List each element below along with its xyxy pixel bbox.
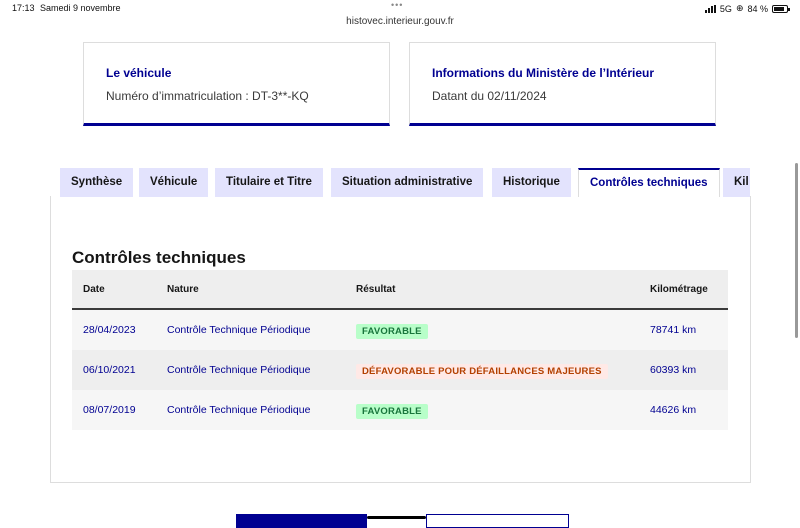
tab-situation[interactable]: Situation administrative xyxy=(331,168,484,197)
table-header: Date Nature Résultat Kilométrage xyxy=(72,270,728,310)
tab-titulaire[interactable]: Titulaire et Titre xyxy=(215,168,323,197)
row-mileage: 78741 km xyxy=(650,324,697,336)
tab-list: Synthèse Véhicule Titulaire et Titre Sit… xyxy=(60,168,750,197)
status-bar: 17:13 Samedi 9 novembre ••• histovec.int… xyxy=(0,0,800,32)
header-mileage: Kilométrage xyxy=(650,284,708,295)
tab-kilometrage[interactable]: Kil xyxy=(723,168,750,197)
row-nature: Contrôle Technique Périodique xyxy=(167,324,311,336)
table-row: 08/07/2019 Contrôle Technique Périodique… xyxy=(72,390,728,430)
home-indicator xyxy=(367,516,426,519)
battery-label: 84 % xyxy=(747,3,768,14)
bottom-primary-button[interactable] xyxy=(236,514,367,528)
status-badge: FAVORABLE xyxy=(356,404,428,419)
row-mileage: 44626 km xyxy=(650,404,697,416)
tab-controles-techniques[interactable]: Contrôles techniques xyxy=(578,168,720,197)
url-bar[interactable]: histovec.interieur.gouv.fr xyxy=(0,16,800,27)
ministry-info-title: Informations du Ministère de l’Intérieur xyxy=(432,66,655,80)
tab-vehicule[interactable]: Véhicule xyxy=(139,168,209,197)
row-date: 28/04/2023 xyxy=(83,324,136,336)
inspections-table: Date Nature Résultat Kilométrage 28/04/2… xyxy=(72,270,728,430)
row-nature: Contrôle Technique Périodique xyxy=(167,404,311,416)
vehicle-card-title: Le véhicule xyxy=(106,66,172,80)
table-row: 28/04/2023 Contrôle Technique Périodique… xyxy=(72,310,728,350)
row-mileage: 60393 km xyxy=(650,364,697,376)
tab-historique[interactable]: Historique xyxy=(492,168,571,197)
header-nature: Nature xyxy=(167,284,199,295)
status-indicators: 5G ⊕ 84 % xyxy=(704,3,790,14)
header-date: Date xyxy=(83,284,105,295)
network-label: 5G xyxy=(719,3,732,14)
more-dots-icon[interactable]: ••• xyxy=(391,0,403,10)
row-nature: Contrôle Technique Périodique xyxy=(167,364,311,376)
vehicle-card: Le véhicule Numéro d’immatriculation : D… xyxy=(83,42,390,126)
status-badge: FAVORABLE xyxy=(356,324,428,339)
section-title: Contrôles techniques xyxy=(72,248,246,267)
ministry-info-card: Informations du Ministère de l’Intérieur… xyxy=(409,42,716,126)
table-row: 06/10/2021 Contrôle Technique Périodique… xyxy=(72,350,728,390)
status-date: Samedi 9 novembre xyxy=(40,3,121,13)
info-date: Datant du 02/11/2024 xyxy=(432,89,547,103)
tab-synthese[interactable]: Synthèse xyxy=(60,168,134,197)
header-result: Résultat xyxy=(356,284,396,295)
status-time: 17:13 xyxy=(12,3,35,13)
bottom-secondary-button[interactable] xyxy=(426,514,569,528)
signal-icon xyxy=(704,4,716,13)
scrollbar[interactable] xyxy=(795,163,798,338)
registration-number: Numéro d’immatriculation : DT-3**-KQ xyxy=(106,89,309,103)
status-badge: DÉFAVORABLE POUR DÉFAILLANCES MAJEURES xyxy=(356,364,608,379)
battery-icon xyxy=(772,4,790,13)
row-date: 08/07/2019 xyxy=(83,404,136,416)
row-date: 06/10/2021 xyxy=(83,364,136,376)
orientation-lock-icon: ⊕ xyxy=(735,3,744,13)
